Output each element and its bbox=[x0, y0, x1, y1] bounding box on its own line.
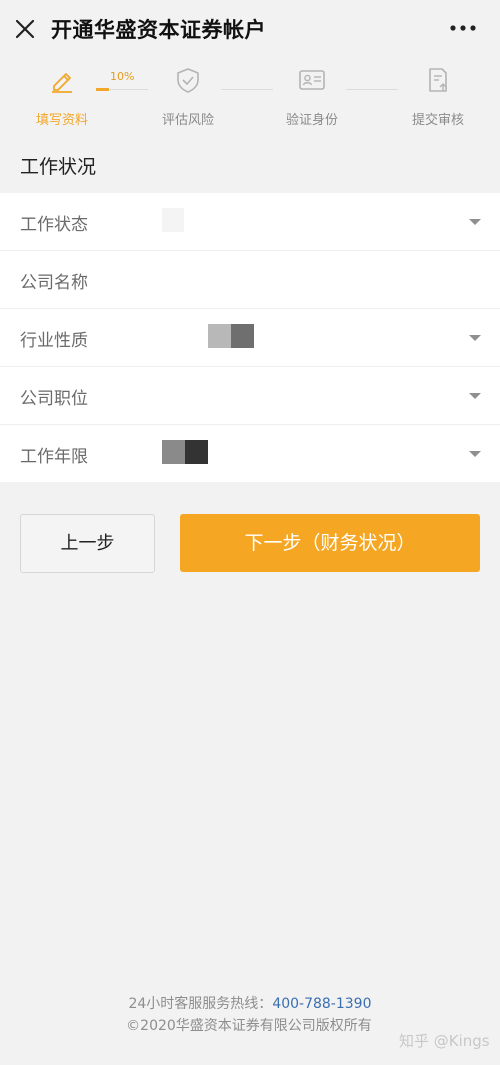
field-label: 行业性质 bbox=[20, 331, 88, 351]
work-status-select[interactable]: 工作状态 bbox=[0, 193, 500, 251]
field-value-redacted bbox=[162, 440, 208, 464]
step-label: 评估风险 bbox=[161, 113, 214, 128]
hotline-label: 24小时客服服务热线： bbox=[128, 996, 273, 1012]
close-button[interactable] bbox=[12, 16, 38, 42]
document-upload-icon bbox=[393, 62, 483, 98]
close-icon bbox=[15, 19, 35, 39]
more-dots-icon bbox=[450, 25, 476, 31]
step-verify-identity: 验证身份 bbox=[267, 62, 357, 128]
dropdown-caret-icon bbox=[469, 393, 481, 399]
field-label: 公司名称 bbox=[20, 273, 88, 293]
previous-step-button[interactable]: 上一步 bbox=[20, 514, 155, 573]
hotline-line: 24小时客服服务热线：400-788-1390 bbox=[0, 993, 500, 1015]
step-submit-review: 提交审核 bbox=[393, 62, 483, 128]
step-risk-assessment: 评估风险 bbox=[143, 62, 233, 128]
field-label: 工作状态 bbox=[20, 215, 88, 235]
dropdown-caret-icon bbox=[469, 451, 481, 457]
shield-check-icon bbox=[143, 62, 233, 98]
progress-percent: 10% bbox=[110, 70, 135, 83]
zhihu-watermark: 知乎 @Kings bbox=[399, 1032, 490, 1050]
work-info-form: 工作状态 公司名称 行业性质 公司职位 工作年限 bbox=[0, 193, 500, 482]
field-label: 工作年限 bbox=[20, 447, 88, 467]
page-title: 开通华盛资本证券帐户 bbox=[51, 18, 266, 42]
next-step-button[interactable]: 下一步（财务状况） bbox=[180, 514, 480, 572]
section-title: 工作状况 bbox=[20, 156, 97, 178]
work-years-select[interactable]: 工作年限 bbox=[0, 425, 500, 482]
title-bar: 开通华盛资本证券帐户 bbox=[0, 0, 500, 58]
company-name-input[interactable]: 公司名称 bbox=[0, 251, 500, 309]
industry-select[interactable]: 行业性质 bbox=[0, 309, 500, 367]
step-fill-info: 填写资料 bbox=[17, 62, 107, 128]
step-label: 提交审核 bbox=[411, 113, 464, 128]
job-position-select[interactable]: 公司职位 bbox=[0, 367, 500, 425]
step-label: 验证身份 bbox=[285, 113, 338, 128]
hotline-number-link[interactable]: 400-788-1390 bbox=[272, 996, 371, 1012]
more-button[interactable] bbox=[448, 18, 478, 38]
progress-steps: 10% 填写资料 评估风险 验证身份 提交审核 bbox=[0, 62, 500, 142]
step-label: 填写资料 bbox=[35, 113, 88, 128]
id-card-icon bbox=[267, 62, 357, 98]
field-value-redacted bbox=[162, 208, 184, 232]
dropdown-caret-icon bbox=[469, 335, 481, 341]
field-label: 公司职位 bbox=[20, 389, 88, 409]
field-value-redacted bbox=[208, 324, 254, 348]
pencil-icon bbox=[17, 62, 107, 98]
dropdown-caret-icon bbox=[469, 219, 481, 225]
